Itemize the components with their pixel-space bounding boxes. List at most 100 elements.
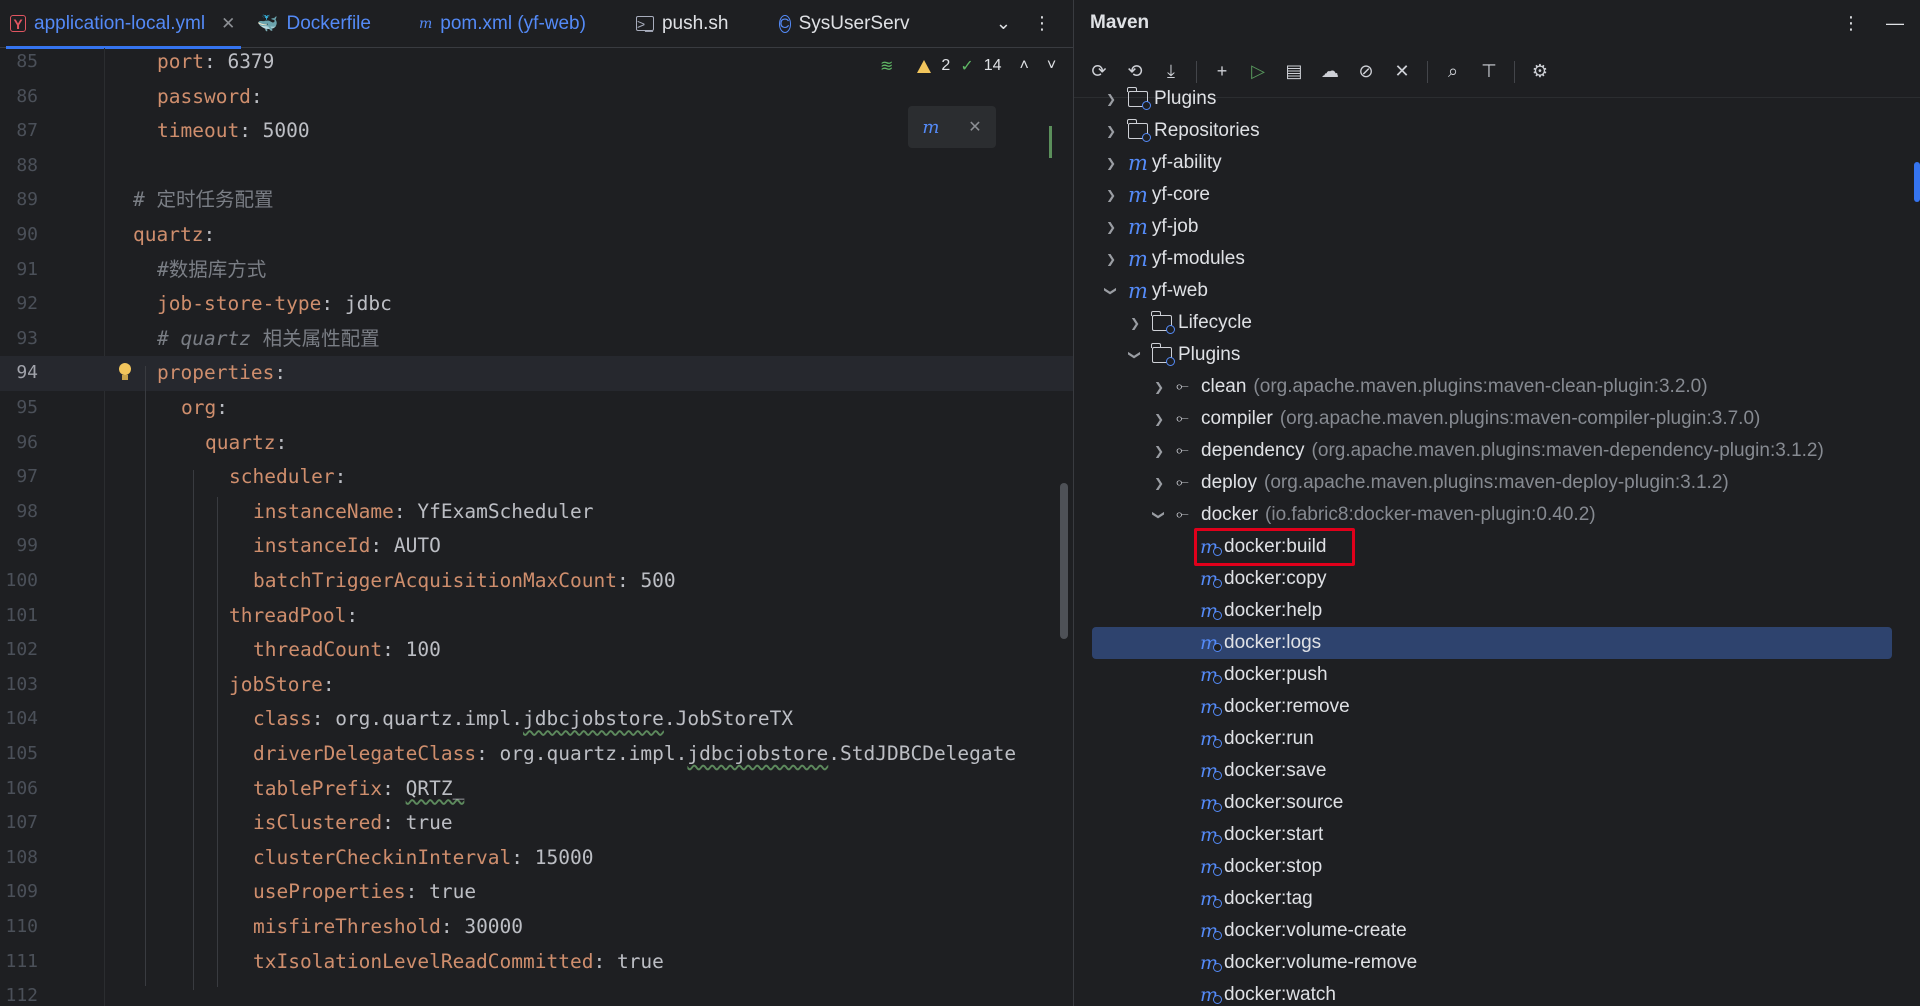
skip-tests-icon[interactable]: ⊘ <box>1355 61 1377 83</box>
maven-tree-node[interactable]: m docker:start <box>1092 819 1892 851</box>
code-line[interactable]: 104 class: org.quartz.impl.jdbcjobstore.J… <box>0 702 1073 737</box>
chevron-right-icon[interactable]: ❯ <box>1102 156 1120 170</box>
tab-push-sh[interactable]: >_ push.sh <box>626 0 741 48</box>
run-icon[interactable]: ▷ <box>1247 61 1269 83</box>
maven-tree-node[interactable]: ❯ Plugins <box>1092 339 1892 371</box>
chevron-down-icon[interactable]: ❯ <box>1128 346 1142 364</box>
maven-tree-node[interactable]: m docker:watch <box>1092 979 1892 1006</box>
code-line[interactable]: 108 clusterCheckinInterval: 15000 <box>0 841 1073 876</box>
maven-tree-node[interactable]: ❯ ⟜ dependency (org.apache.maven.plugins:ma… <box>1092 435 1892 467</box>
chevron-down-icon[interactable]: ˅ <box>1047 57 1056 75</box>
tab-dockerfile[interactable]: 🐳 Dockerfile <box>247 0 383 48</box>
code-line[interactable]: 97 scheduler: <box>0 460 1073 495</box>
maven-tree-node[interactable]: ❯ m yf-core <box>1092 179 1892 211</box>
chevron-down-icon[interactable]: ⌄ <box>996 13 1011 34</box>
code-line[interactable]: 95 org: <box>0 391 1073 426</box>
tab-pom-xml[interactable]: m pom.xml (yf-web) <box>409 0 598 48</box>
chevron-right-icon[interactable]: ❯ <box>1126 316 1144 330</box>
ai-assistant-icon[interactable]: ≋ <box>880 56 893 76</box>
add-icon[interactable]: + <box>1211 61 1233 83</box>
chevron-right-icon[interactable]: ❯ <box>1102 124 1120 138</box>
show-dependencies-icon[interactable]: ⌕ <box>1442 61 1464 83</box>
code-line[interactable]: 88 <box>0 149 1073 184</box>
code-line[interactable]: 99 instanceId: AUTO <box>0 529 1073 564</box>
maven-tree-node[interactable]: m docker:remove <box>1092 691 1892 723</box>
chevron-right-icon[interactable]: ❯ <box>1102 220 1120 234</box>
code-line[interactable]: 90 quartz: <box>0 218 1073 253</box>
chevron-right-icon[interactable]: ❯ <box>1150 412 1168 426</box>
maven-tree-node[interactable]: m docker:save <box>1092 755 1892 787</box>
maven-tree-node[interactable]: ❯ ⟜ compiler (org.apache.maven.plugins:mave… <box>1092 403 1892 435</box>
code-line[interactable]: 100 batchTriggerAcquisitionMaxCount: 500 <box>0 564 1073 599</box>
maven-reload-popup[interactable]: m ✕ <box>908 106 996 148</box>
reload-icon[interactable]: ⟲ <box>1124 61 1146 83</box>
code-line[interactable]: 98 instanceName: YfExamScheduler <box>0 495 1073 530</box>
maven-tree-node[interactable]: m docker:stop <box>1092 851 1892 883</box>
maven-tree-node[interactable]: m docker:push <box>1092 659 1892 691</box>
tab-application-local-yml[interactable]: Y application-local.yml ✕ <box>0 0 247 49</box>
code-line[interactable]: 107 isClustered: true <box>0 806 1073 841</box>
maven-tree-node[interactable]: ❯ m yf-ability <box>1092 147 1892 179</box>
settings-icon[interactable]: ⚙ <box>1529 61 1551 83</box>
maven-tree-node[interactable]: ❯ Repositories <box>1092 115 1892 147</box>
code-line[interactable]: 111 txIsolationLevelReadCommitted: true <box>0 945 1073 980</box>
maven-tree-node[interactable]: m docker:source <box>1092 787 1892 819</box>
maven-tree-node[interactable]: ❯ ⟜ docker (io.fabric8:docker-maven-plugin:… <box>1092 499 1892 531</box>
close-tab-icon[interactable]: ✕ <box>221 14 235 34</box>
expand-all-icon[interactable]: ⊤ <box>1478 61 1500 83</box>
chevron-down-icon[interactable]: ❯ <box>1152 506 1166 524</box>
maven-scrollbar-indicator[interactable] <box>1914 162 1920 202</box>
maven-tree-node[interactable]: m docker:volume-create <box>1092 915 1892 947</box>
maven-tree-node[interactable]: m docker:logs <box>1092 627 1892 659</box>
maven-tree-node[interactable]: m docker:tag <box>1092 883 1892 915</box>
chevron-right-icon[interactable]: ❯ <box>1150 444 1168 458</box>
maven-tree-node[interactable]: ❯ m yf-web <box>1092 275 1892 307</box>
inspection-widget[interactable]: ≋ 2 ✓ 14 ˄ ˅ <box>880 56 1056 76</box>
code-line[interactable]: 93 # quartz 相关属性配置 <box>0 322 1073 357</box>
offline-icon[interactable]: ☁ <box>1319 61 1341 83</box>
code-line[interactable]: 94 properties: <box>0 356 1073 391</box>
chevron-right-icon[interactable]: ❯ <box>1102 252 1120 266</box>
maven-tree-node[interactable]: ❯ Lifecycle <box>1092 307 1892 339</box>
maven-tree-node[interactable]: ❯ Plugins <box>1092 83 1892 115</box>
chevron-right-icon[interactable]: ❯ <box>1150 380 1168 394</box>
maven-tree-node[interactable]: ❯ m yf-job <box>1092 211 1892 243</box>
maven-tree-node[interactable]: ❯ ⟜ deploy (org.apache.maven.plugins:maven-… <box>1092 467 1892 499</box>
more-vertical-icon[interactable]: ⋮ <box>1842 13 1860 34</box>
maven-tree-node[interactable]: m docker:run <box>1092 723 1892 755</box>
lightbulb-icon[interactable] <box>118 363 132 381</box>
maven-tree-node[interactable]: m docker:volume-remove <box>1092 947 1892 979</box>
code-editor[interactable]: Y application-local.yml ✕ 🐳 Dockerfile m… <box>0 0 1073 1006</box>
maven-tree-node[interactable]: ❯ m yf-modules <box>1092 243 1892 275</box>
execute-goal-icon[interactable]: ▤ <box>1283 61 1305 83</box>
maven-reload-icon[interactable]: m <box>922 117 939 138</box>
code-line[interactable]: 101 threadPool: <box>0 599 1073 634</box>
code-line[interactable]: 92 job-store-type: jdbc <box>0 287 1073 322</box>
code-line[interactable]: 102 threadCount: 100 <box>0 633 1073 668</box>
code-line[interactable]: 91 #数据库方式 <box>0 253 1073 288</box>
editor-scrollbar[interactable] <box>1060 483 1068 639</box>
minimize-icon[interactable]: — <box>1886 13 1904 34</box>
tab-sysuserserv[interactable]: C SysUserServ <box>769 0 919 48</box>
chevron-right-icon[interactable]: ❯ <box>1102 188 1120 202</box>
collapse-icon[interactable]: ✕ <box>1391 61 1413 83</box>
chevron-down-icon[interactable]: ❯ <box>1104 282 1118 300</box>
code-line[interactable]: 96 quartz: <box>0 426 1073 461</box>
code-line[interactable]: 103 jobStore: <box>0 668 1073 703</box>
download-icon[interactable]: ⤓ <box>1160 61 1182 83</box>
code-line[interactable]: 112 <box>0 979 1073 1006</box>
code-line[interactable]: 110 misfireThreshold: 30000 <box>0 910 1073 945</box>
maven-tree-node[interactable]: ❯ ⟜ clean (org.apache.maven.plugins:maven-c… <box>1092 371 1892 403</box>
close-icon[interactable]: ✕ <box>968 117 981 137</box>
maven-tree-node[interactable]: m docker:help <box>1092 595 1892 627</box>
code-line[interactable]: 106 tablePrefix: QRTZ_ <box>0 772 1073 807</box>
maven-tree-node[interactable]: m docker:copy <box>1092 563 1892 595</box>
code-line[interactable]: 89 # 定时任务配置 <box>0 183 1073 218</box>
chevron-right-icon[interactable]: ❯ <box>1102 92 1120 106</box>
more-vertical-icon[interactable]: ⋮ <box>1033 13 1051 34</box>
reload-all-icon[interactable]: ⟳ <box>1088 61 1110 83</box>
code-line[interactable]: 109 useProperties: true <box>0 875 1073 910</box>
code-line[interactable]: 105 driverDelegateClass: org.quartz.impl.… <box>0 737 1073 772</box>
chevron-right-icon[interactable]: ❯ <box>1150 476 1168 490</box>
chevron-up-icon[interactable]: ˄ <box>1020 57 1029 75</box>
